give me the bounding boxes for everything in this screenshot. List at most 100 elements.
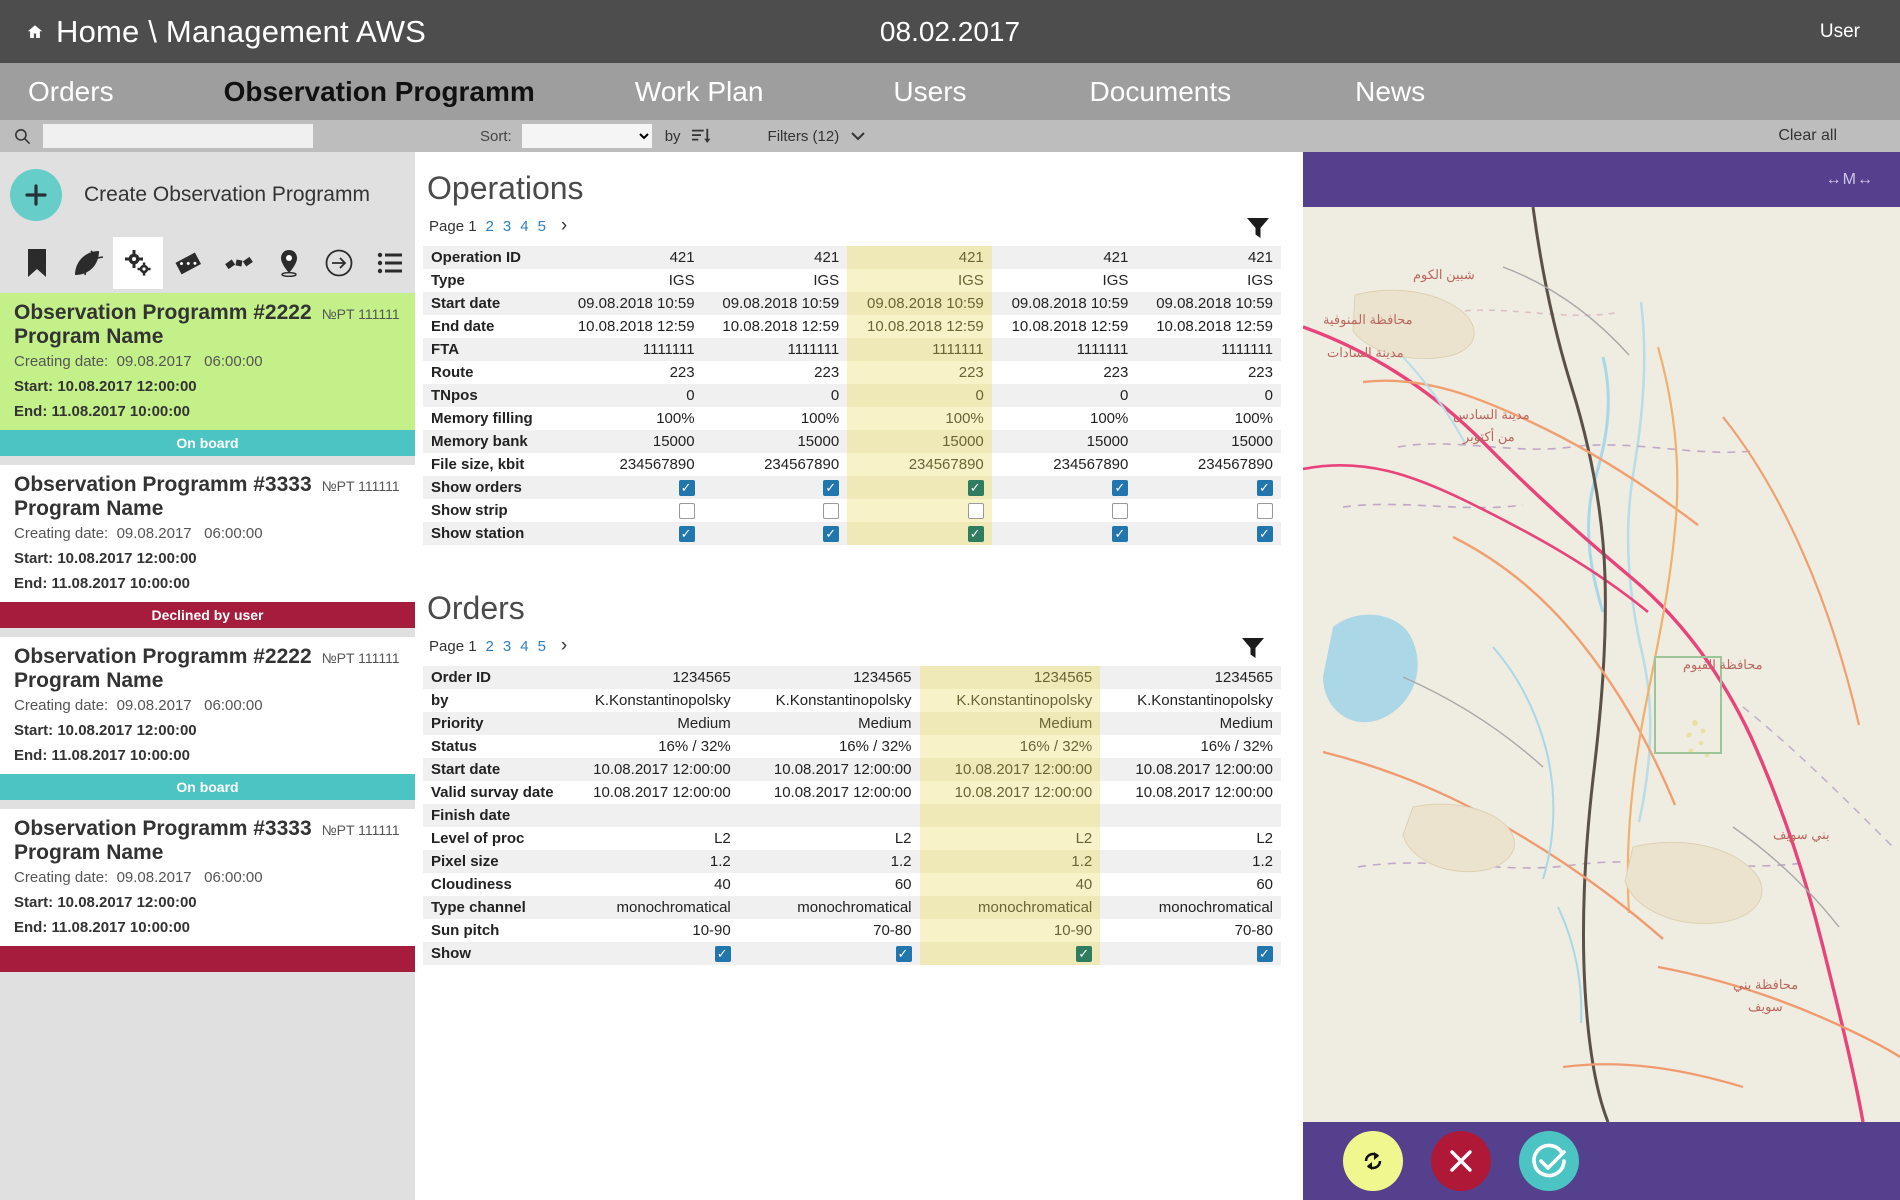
cell-checkbox[interactable] [1100, 942, 1281, 966]
list-item[interactable]: Observation Programm #3333 №PT 111111 Pr… [0, 809, 415, 947]
cell-checkbox[interactable] [992, 499, 1137, 522]
checkbox-unchecked[interactable] [823, 503, 840, 520]
accept-button[interactable] [1519, 1131, 1579, 1191]
pager-page-5[interactable]: 5 [538, 638, 546, 655]
cell-checkbox[interactable] [702, 476, 848, 500]
add-icon[interactable] [10, 168, 62, 221]
cell-value: 1234565 [558, 666, 739, 690]
checkbox-checked[interactable] [678, 526, 695, 543]
refresh-button[interactable] [1343, 1131, 1403, 1191]
cell-checkbox[interactable] [1136, 499, 1281, 522]
card-title: Observation Programm #2222 [14, 645, 312, 669]
cell-checkbox[interactable] [703, 499, 848, 522]
checkbox-checked[interactable] [1112, 480, 1129, 497]
pager-page-2[interactable]: 2 [486, 638, 494, 655]
checkbox-checked[interactable] [1257, 480, 1273, 497]
pager-page-2[interactable]: 2 [486, 218, 494, 235]
cancel-button[interactable] [1431, 1131, 1491, 1191]
cell-value: IGS [668, 272, 695, 289]
nav-item-news[interactable]: News [1355, 76, 1425, 108]
filters-dropdown[interactable]: Filters (12) [768, 128, 866, 145]
checkbox-unchecked[interactable] [678, 503, 695, 520]
cell-checkbox[interactable] [847, 476, 992, 500]
location-pin-icon[interactable] [264, 237, 314, 289]
operations-pager: Page 1 2 3 4 5 › [429, 215, 567, 237]
cell-checkbox[interactable] [919, 942, 1101, 966]
checkbox-unchecked[interactable] [967, 503, 984, 520]
sort-direction-icon[interactable] [690, 127, 712, 145]
checkbox-checked[interactable] [823, 480, 840, 497]
checkbox-unchecked[interactable] [1112, 503, 1129, 520]
cell-value: 09.08.2018 10:59 [847, 292, 992, 315]
cell-checkbox[interactable] [847, 499, 992, 523]
checkbox-checked[interactable] [967, 480, 984, 497]
row-label: TNpos [423, 384, 558, 407]
list-icon[interactable] [365, 237, 415, 289]
cell-checkbox[interactable] [558, 522, 703, 546]
cell-checkbox[interactable] [558, 942, 739, 966]
cell-checkbox[interactable] [991, 476, 1137, 500]
arrow-right-circle-icon[interactable] [314, 237, 364, 289]
pager-page-3[interactable]: 3 [503, 638, 511, 655]
main-body: Create Observation Programm Observation … [0, 152, 1900, 1200]
search-input[interactable] [43, 124, 313, 148]
checkbox-checked[interactable] [895, 946, 912, 963]
search-icon[interactable] [13, 127, 32, 146]
checkbox-checked[interactable] [823, 526, 840, 543]
list-item[interactable]: Observation Programm #3333 №PT 111111 Pr… [0, 465, 415, 603]
cell-value [919, 804, 1101, 828]
cell-checkbox[interactable] [991, 522, 1137, 546]
cell-value: monochromatical [558, 896, 739, 920]
pager-next-button[interactable]: › [561, 215, 567, 237]
create-observation-programm-row[interactable]: Create Observation Programm [0, 152, 415, 237]
operations-filter-icon[interactable] [1245, 215, 1271, 246]
card-title: Observation Programm #3333 [14, 817, 312, 841]
row-label: Level of proc [431, 830, 525, 848]
user-label[interactable]: User [1820, 21, 1860, 43]
pager-page-4[interactable]: 4 [520, 638, 528, 655]
checkbox-checked[interactable] [1257, 526, 1273, 543]
checkbox-checked[interactable] [1112, 526, 1129, 543]
card-creating-date: Creating date: 09.08.2017 06:00:00 [14, 697, 263, 715]
cell-checkbox[interactable] [847, 522, 992, 546]
checkbox-checked[interactable] [1257, 946, 1273, 963]
satellite-dish-icon[interactable] [62, 237, 112, 289]
bookmark-icon[interactable] [12, 237, 62, 289]
list-item[interactable]: Observation Programm #2222 №PT 111111 Pr… [0, 293, 415, 431]
cell-checkbox[interactable] [558, 499, 703, 522]
cell-value: 40 [919, 873, 1101, 897]
orders-filter-icon[interactable] [1240, 635, 1266, 666]
list-item[interactable]: Observation Programm #2222 №PT 111111 Pr… [0, 637, 415, 775]
pager-page-5[interactable]: 5 [538, 218, 546, 235]
gears-icon[interactable] [112, 237, 164, 289]
sort-select[interactable] [521, 124, 652, 148]
cell-checkbox[interactable] [1136, 476, 1281, 500]
home-icon[interactable] [26, 23, 44, 41]
cell-checkbox[interactable] [702, 522, 848, 546]
programm-card-list: Observation Programm #2222 №PT 111111 Pr… [0, 293, 415, 973]
cell-checkbox[interactable] [738, 942, 920, 966]
row-label: Memory bank [423, 430, 558, 453]
cell-checkbox[interactable] [1136, 522, 1281, 546]
row-label: Status [431, 738, 477, 756]
checkbox-checked[interactable] [714, 946, 731, 963]
breadcrumb: Home \ Management AWS [56, 13, 427, 49]
satellite-icon[interactable] [214, 237, 264, 289]
pager-page-4[interactable]: 4 [520, 218, 528, 235]
checkbox-checked[interactable] [1076, 946, 1093, 963]
film-strip-icon[interactable] [163, 237, 213, 289]
nav-item-orders[interactable]: Orders [28, 76, 114, 108]
checkbox-unchecked[interactable] [1257, 503, 1273, 520]
nav-item-documents[interactable]: Documents [1090, 76, 1232, 108]
map-canvas[interactable]: شبين الكوم محافظة المنوفية مدينة السادات مد… [1303, 207, 1900, 1122]
nav-item-observation-programm[interactable]: Observation Programm [224, 76, 535, 108]
nav-item-work-plan[interactable]: Work Plan [635, 76, 764, 108]
cell-checkbox[interactable] [558, 476, 703, 500]
pager-next-button[interactable]: › [561, 635, 567, 657]
checkbox-checked[interactable] [967, 526, 984, 543]
clear-all-button[interactable]: Clear all [1778, 127, 1837, 145]
cell-value: 1234565 [919, 666, 1101, 690]
nav-item-users[interactable]: Users [893, 76, 966, 108]
pager-page-3[interactable]: 3 [503, 218, 511, 235]
checkbox-checked[interactable] [678, 480, 695, 497]
